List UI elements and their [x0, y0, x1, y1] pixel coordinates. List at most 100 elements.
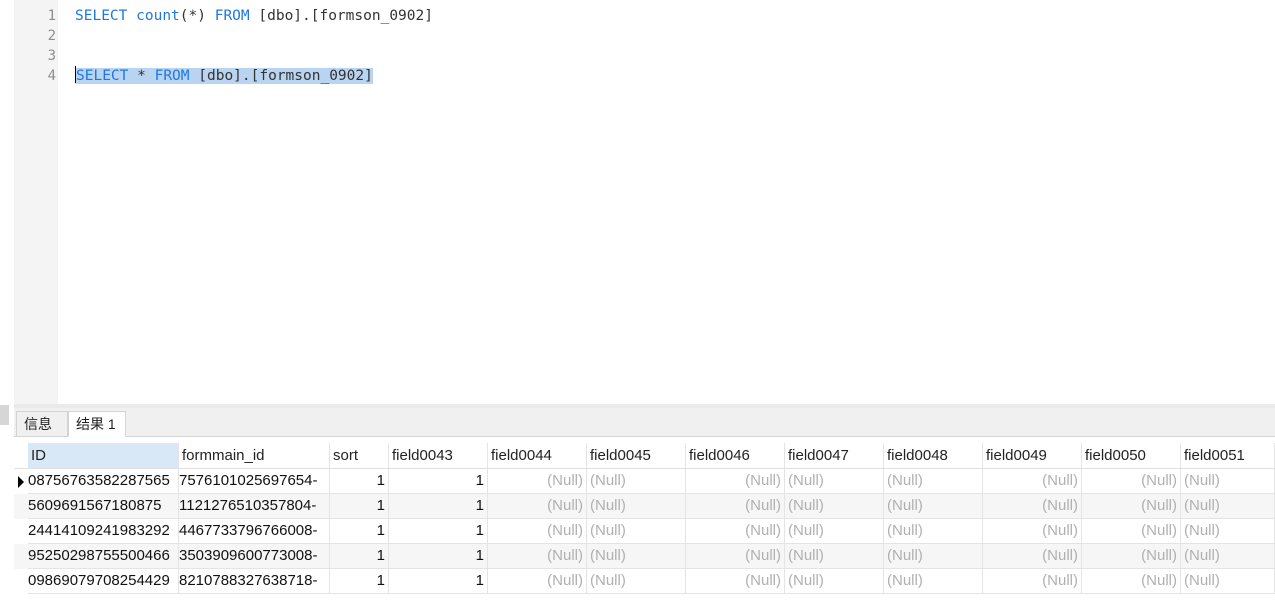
keyword-select: SELECT [75, 8, 128, 24]
cell-field0051[interactable]: (Null) [1181, 569, 1275, 594]
cell-field0049[interactable]: (Null) [983, 569, 1082, 594]
cell-field0046[interactable]: (Null) [686, 569, 785, 594]
column-header-field0047[interactable]: field0047 [785, 443, 884, 468]
cell-field0044[interactable]: (Null) [488, 519, 587, 544]
cell-id[interactable]: 5609691567180875 [28, 494, 179, 519]
cell-field0044[interactable]: (Null) [488, 469, 587, 494]
cell-field0050[interactable]: (Null) [1082, 469, 1181, 494]
cell-field0049[interactable]: (Null) [983, 519, 1082, 544]
cell-field0045[interactable]: (Null) [587, 569, 686, 594]
cell-field0047[interactable]: (Null) [785, 544, 884, 569]
column-header-field0050[interactable]: field0050 [1082, 443, 1181, 468]
table-row[interactable]: 08756763582287565 -7576101025697654 1 1 (Nul… [14, 469, 1275, 494]
cell-field0044[interactable]: (Null) [488, 569, 587, 594]
column-header-field0043[interactable]: field0043 [389, 443, 488, 468]
splitter-handle[interactable] [0, 405, 9, 425]
column-header-field0045[interactable]: field0045 [587, 443, 686, 468]
cell-formmain-id[interactable]: -4467733796766008 [179, 519, 330, 544]
count-args: (*) [179, 8, 206, 24]
code-line-1[interactable]: SELECT count(*) FROM [dbo].[formson_0902… [75, 6, 433, 26]
cell-formmain-id[interactable]: -7576101025697654 [179, 469, 330, 494]
column-header-field0044[interactable]: field0044 [488, 443, 587, 468]
cell-field0043[interactable]: 1 [389, 569, 488, 594]
cell-sort[interactable]: 1 [330, 494, 389, 519]
grid-header: ID formmain_id sort field0043 field0044 … [14, 443, 1275, 469]
cell-field0045[interactable]: (Null) [587, 469, 686, 494]
cell-field0047[interactable]: (Null) [785, 569, 884, 594]
cell-field0043[interactable]: 1 [389, 494, 488, 519]
cell-field0043[interactable]: 1 [389, 519, 488, 544]
navicat-query-window: 1 2 3 4 SELECT count(*) FROM [dbo].[form… [0, 0, 1275, 613]
line-number-gutter: 1 2 3 4 [14, 0, 58, 404]
cell-field0050[interactable]: (Null) [1082, 519, 1181, 544]
cell-field0049[interactable]: (Null) [983, 544, 1082, 569]
cell-field0048[interactable]: (Null) [884, 469, 983, 494]
cell-field0046[interactable]: (Null) [686, 519, 785, 544]
line-number: 2 [47, 28, 56, 44]
tab-info[interactable]: 信息 [16, 411, 68, 436]
cell-formmain-id[interactable]: -1121276510357804 [179, 494, 330, 519]
cell-field0048[interactable]: (Null) [884, 519, 983, 544]
cell-sort[interactable]: 1 [330, 519, 389, 544]
cell-field0048[interactable]: (Null) [884, 569, 983, 594]
code-line-4[interactable]: SELECT * FROM [dbo].[formson_0902] [75, 66, 373, 86]
column-header-id[interactable]: ID [28, 443, 179, 468]
function-count: count [136, 8, 180, 24]
cell-field0046[interactable]: (Null) [686, 494, 785, 519]
cell-field0045[interactable]: (Null) [587, 544, 686, 569]
tab-result-1[interactable]: 结果 1 [68, 411, 126, 437]
cell-field0050[interactable]: (Null) [1082, 544, 1181, 569]
result-grid[interactable]: ID formmain_id sort field0043 field0044 … [14, 437, 1275, 613]
table-row[interactable]: 09869079708254429 -8210788327638718 1 1 (Nul… [14, 569, 1275, 594]
keyword-select: SELECT [76, 68, 129, 84]
cell-field0051[interactable]: (Null) [1181, 469, 1275, 494]
line-number: 1 [47, 8, 56, 24]
cell-sort[interactable]: 1 [330, 544, 389, 569]
keyword-from: FROM [154, 68, 190, 84]
cell-formmain-id[interactable]: -3503909600773008 [179, 544, 330, 569]
cell-field0050[interactable]: (Null) [1082, 569, 1181, 594]
cell-field0048[interactable]: (Null) [884, 544, 983, 569]
table-row[interactable]: 5609691567180875 -1121276510357804 1 1 (Null… [14, 494, 1275, 519]
cell-field0045[interactable]: (Null) [587, 519, 686, 544]
cell-field0049[interactable]: (Null) [983, 494, 1082, 519]
cell-id[interactable]: 95250298755500466 [28, 544, 179, 569]
table-row[interactable]: 24414109241983292 -4467733796766008 1 1 (Nul… [14, 519, 1275, 544]
current-row-indicator-icon [18, 476, 24, 488]
column-header-sort[interactable]: sort [330, 443, 389, 468]
sql-editor[interactable]: 1 2 3 4 SELECT count(*) FROM [dbo].[form… [14, 0, 1275, 404]
cell-formmain-id[interactable]: -8210788327638718 [179, 569, 330, 594]
table-name: [dbo].[formson_0902] [258, 8, 433, 24]
cell-field0046[interactable]: (Null) [686, 544, 785, 569]
cell-field0045[interactable]: (Null) [587, 494, 686, 519]
column-header-formmain-id[interactable]: formmain_id [179, 443, 330, 468]
left-panel-strip [0, 0, 14, 613]
cell-field0047[interactable]: (Null) [785, 469, 884, 494]
cell-field0048[interactable]: (Null) [884, 494, 983, 519]
cell-id[interactable]: 08756763582287565 [28, 469, 179, 494]
column-header-field0046[interactable]: field0046 [686, 443, 785, 468]
cell-field0046[interactable]: (Null) [686, 469, 785, 494]
cell-field0043[interactable]: 1 [389, 469, 488, 494]
cell-field0047[interactable]: (Null) [785, 519, 884, 544]
cell-field0049[interactable]: (Null) [983, 469, 1082, 494]
result-tabbar: 信息 结果 1 [14, 408, 1275, 437]
cell-field0051[interactable]: (Null) [1181, 519, 1275, 544]
cell-field0044[interactable]: (Null) [488, 494, 587, 519]
column-header-field0048[interactable]: field0048 [884, 443, 983, 468]
cell-id[interactable]: 24414109241983292 [28, 519, 179, 544]
cell-id[interactable]: 09869079708254429 [28, 569, 179, 594]
table-row[interactable]: 95250298755500466 -3503909600773008 1 1 (Nul… [14, 544, 1275, 569]
column-header-field0049[interactable]: field0049 [983, 443, 1082, 468]
cell-field0051[interactable]: (Null) [1181, 544, 1275, 569]
column-header-field0051[interactable]: field0051 [1181, 443, 1275, 468]
cell-field0044[interactable]: (Null) [488, 544, 587, 569]
cell-sort[interactable]: 1 [330, 469, 389, 494]
cell-sort[interactable]: 1 [330, 569, 389, 594]
cell-field0051[interactable]: (Null) [1181, 494, 1275, 519]
line-number: 3 [47, 48, 56, 64]
select-star: * [137, 68, 146, 84]
cell-field0043[interactable]: 1 [389, 544, 488, 569]
cell-field0047[interactable]: (Null) [785, 494, 884, 519]
cell-field0050[interactable]: (Null) [1082, 494, 1181, 519]
